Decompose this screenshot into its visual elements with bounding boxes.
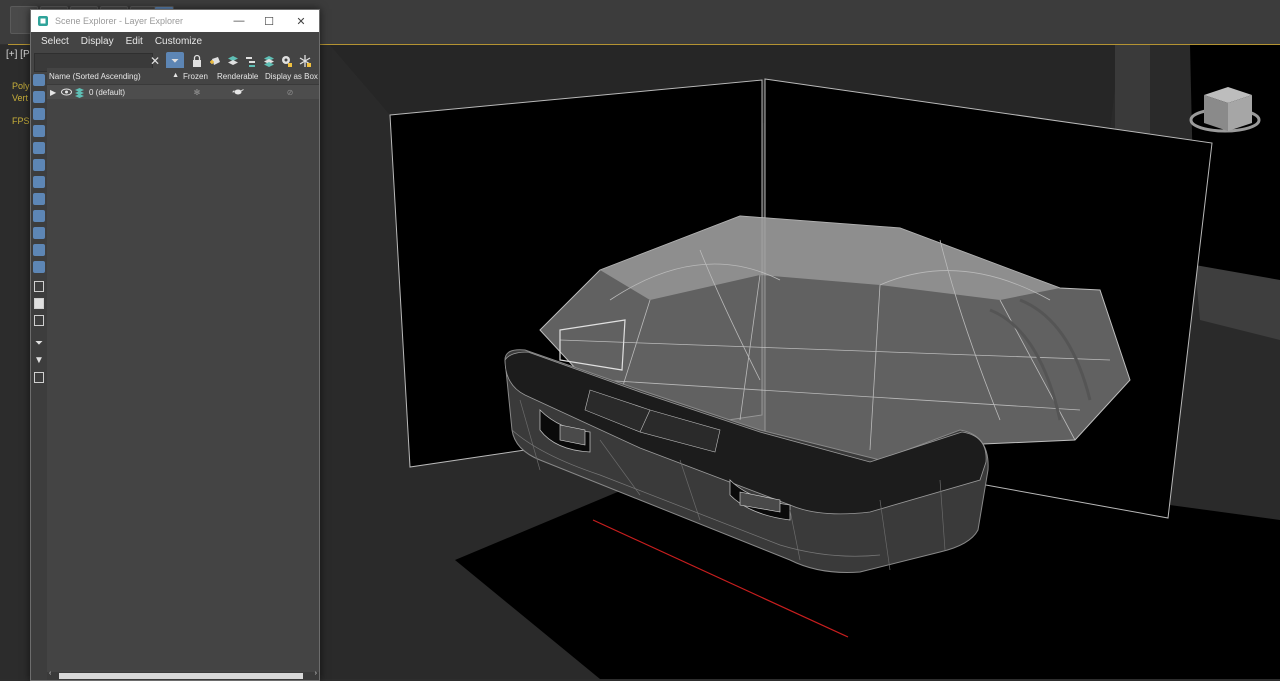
menu-select[interactable]: Select (41, 36, 69, 47)
layer-row[interactable]: ▶ 0 (default) ✻ ⊘ (47, 85, 319, 99)
display-groups-icon[interactable] (33, 176, 45, 188)
column-frozen[interactable]: Frozen (181, 72, 215, 81)
layer-stack-icon (75, 87, 84, 98)
filter-funnel-icon[interactable]: ⏷ (32, 336, 46, 350)
minimize-button[interactable]: — (223, 10, 255, 32)
close-button[interactable]: ✕ (285, 10, 317, 32)
column-display-as-box[interactable]: Display as Box (263, 72, 319, 81)
display-all-icon[interactable] (34, 281, 44, 292)
layer-name[interactable]: 0 (default) (89, 88, 180, 97)
display-helpers-icon[interactable] (33, 142, 45, 154)
filter-sidebar: ⏷ ▼ (31, 74, 47, 680)
scroll-left-icon[interactable]: ‹ (49, 670, 51, 677)
app-icon (38, 16, 48, 26)
layer-hierarchy-icon[interactable] (244, 54, 258, 68)
layer-list[interactable]: Name (Sorted Ascending) ▲ Frozen Rendera… (47, 68, 319, 672)
snowflake-options-icon[interactable] (298, 54, 312, 68)
invert-display-icon[interactable] (34, 315, 44, 326)
display-spacewarps-icon[interactable] (33, 159, 45, 171)
column-headers: Name (Sorted Ascending) ▲ Frozen Rendera… (47, 68, 319, 85)
window-titlebar[interactable]: Scene Explorer - Layer Explorer — ☐ ✕ (31, 10, 319, 32)
column-renderable[interactable]: Renderable (215, 72, 263, 81)
selection-set-icon[interactable] (34, 372, 44, 383)
display-xrefs-icon[interactable] (33, 193, 45, 205)
display-hidden-icon[interactable] (33, 261, 45, 273)
display-none-icon[interactable] (34, 298, 44, 309)
scene-explorer-window[interactable]: Scene Explorer - Layer Explorer — ☐ ✕ Se… (30, 9, 320, 681)
maximize-button[interactable]: ☐ (253, 10, 285, 32)
display-bones-icon[interactable] (33, 210, 45, 222)
create-layer-icon[interactable] (226, 54, 240, 68)
add-to-layer-icon[interactable] (208, 54, 222, 68)
teapot-icon[interactable] (214, 87, 262, 97)
display-cameras-icon[interactable] (33, 125, 45, 137)
menu-display[interactable]: Display (81, 36, 114, 47)
display-geometry-icon[interactable] (33, 74, 45, 86)
menu-edit[interactable]: Edit (126, 36, 143, 47)
column-name[interactable]: Name (Sorted Ascending) ▲ (47, 72, 181, 81)
lock-icon[interactable] (190, 54, 204, 68)
box-icon[interactable]: ⊘ (262, 88, 318, 97)
scroll-right-icon[interactable]: › (315, 670, 317, 677)
display-shapes-icon[interactable] (33, 91, 45, 103)
eye-icon[interactable] (61, 88, 72, 96)
display-lights-icon[interactable] (33, 108, 45, 120)
menu-customize[interactable]: Customize (155, 36, 202, 47)
sort-ascending-icon: ▲ (172, 71, 179, 79)
clear-search-icon[interactable]: ✕ (148, 54, 162, 68)
menu-bar: Select Display Edit Customize (31, 32, 319, 50)
snowflake-icon[interactable]: ✻ (180, 88, 214, 97)
select-filter-icon[interactable]: ▼ (32, 353, 46, 367)
window-title: Scene Explorer - Layer Explorer (55, 16, 184, 26)
expand-arrow-icon[interactable]: ▶ (47, 88, 60, 97)
display-frozen-icon[interactable] (33, 244, 45, 256)
layers-stack-icon[interactable] (262, 54, 276, 68)
scrollbar-thumb[interactable] (59, 673, 303, 679)
settings-layer-icon[interactable] (280, 54, 294, 68)
display-containers-icon[interactable] (33, 227, 45, 239)
